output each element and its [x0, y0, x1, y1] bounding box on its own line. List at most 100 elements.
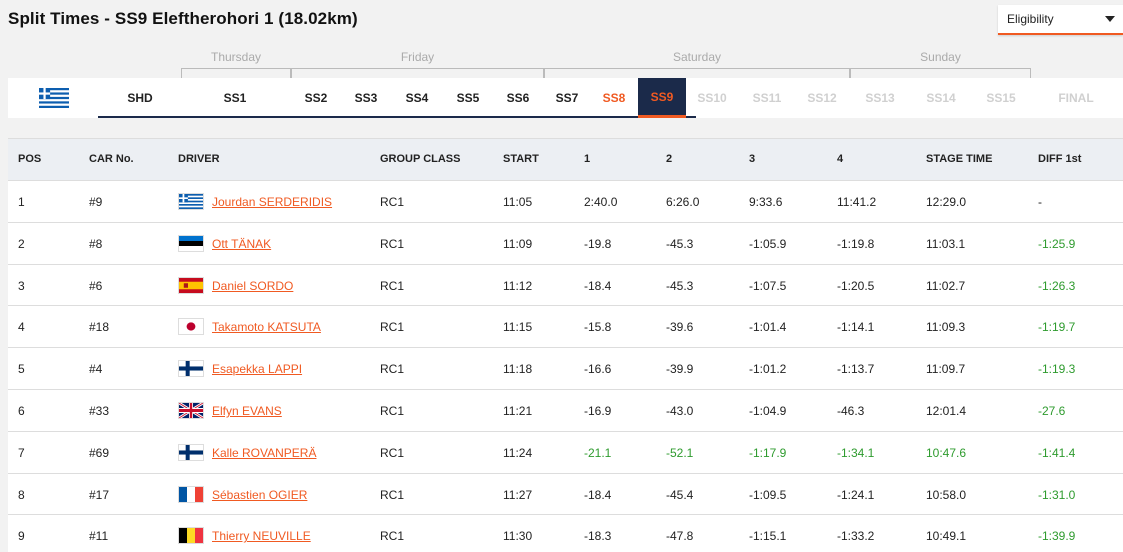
cell-split-3: -1:07.5: [749, 278, 787, 293]
cell-pos: 6: [18, 403, 25, 418]
cell-split-2: -45.3: [666, 278, 694, 293]
cell-diff-1st: -1:19.3: [1038, 362, 1076, 377]
cell-start: 11:09: [503, 236, 533, 251]
col-start: START: [503, 153, 539, 165]
day-bracket: [291, 68, 544, 78]
cell-stage-time: 11:03.1: [926, 236, 966, 251]
finland-flag-icon: [178, 443, 204, 461]
cell-split-1: -15.8: [584, 320, 612, 335]
cell-split-4: -46.3: [837, 403, 865, 418]
cell-stage-time: 12:29.0: [926, 195, 967, 209]
tab-ss12: SS12: [807, 91, 837, 105]
cell-split-1: -18.3: [584, 529, 612, 544]
cell-group-class: RC1: [380, 529, 405, 544]
belgium-flag-icon: [178, 527, 204, 545]
tab-ss2[interactable]: SS2: [296, 78, 336, 118]
driver-link[interactable]: Sébastien OGIER: [212, 488, 307, 502]
cell-car-number: #17: [89, 487, 110, 502]
tab-shd[interactable]: SHD: [120, 78, 160, 118]
tab-ss5[interactable]: SS5: [448, 78, 488, 118]
eligibility-label: Eligibility: [1007, 12, 1054, 26]
table-row: 1 #9 RC1 11:05 2:40.0 6:26.0 9:33.6 11:41.2 12:2…: [8, 181, 1123, 223]
cell-split-4: -1:13.7: [837, 362, 875, 377]
cell-car-number: #69: [89, 445, 110, 460]
driver-link[interactable]: Takamoto KATSUTA: [212, 320, 321, 334]
cell-split-2: -39.6: [666, 320, 694, 335]
driver-link[interactable]: Elfyn EVANS: [212, 404, 282, 418]
table-row: 6 #33 RC1 11:21 -16.9 -43.0 -1:04.9 -46.3 12:01.…: [8, 390, 1123, 432]
day-bracket: [544, 68, 850, 78]
cell-car-number: #11: [89, 529, 109, 544]
japan-flag-icon: [178, 318, 204, 336]
eligibility-dropdown[interactable]: Eligibility: [998, 5, 1123, 35]
cell-pos: 3: [18, 278, 25, 293]
table-row: 9 #11 RC1 11:30 -18.3 -47.8 -1:15.1 -1:33.2 10:4…: [8, 515, 1123, 552]
france-flag-icon: [178, 485, 204, 503]
tab-ss11: SS11: [752, 91, 782, 105]
driver-link[interactable]: Ott TÄNAK: [212, 237, 271, 251]
tab-ss6[interactable]: SS6: [498, 78, 538, 118]
driver-link[interactable]: Kalle ROVANPERÄ: [212, 446, 316, 460]
cell-start: 11:15: [503, 320, 533, 335]
cell-split-3: -1:04.9: [749, 403, 787, 418]
col-car: CAR No.: [89, 153, 134, 165]
tab-ss9[interactable]: SS9: [638, 78, 686, 118]
tab-ss7[interactable]: SS7: [547, 78, 587, 118]
cell-split-1: -18.4: [584, 487, 612, 502]
table-row: 4 #18 RC1 11:15 -15.8 -39.6 -1:01.4 -1:14.1 11:0…: [8, 306, 1123, 349]
cell-group-class: RC1: [380, 445, 405, 460]
col-split-2: 2: [666, 153, 673, 165]
cell-split-3: -1:17.9: [749, 445, 787, 460]
cell-split-2: -52.1: [666, 445, 694, 460]
table-row: 2 #8 RC1 11:09 -19.8 -45.3 -1:05.9 -1:19.8 11:03…: [8, 223, 1123, 265]
tab-ss4[interactable]: SS4: [397, 78, 437, 118]
cell-group-class: RC1: [380, 362, 405, 377]
tab-ss1[interactable]: SS1: [215, 78, 255, 118]
cell-start: 11:18: [503, 362, 533, 377]
spain-flag-icon: [178, 276, 204, 294]
results-table: POS CAR No. DRIVER GROUP CLASS START 1 2…: [8, 138, 1123, 552]
cell-car-number: #33: [89, 403, 110, 418]
cell-diff-1st: -1:39.9: [1038, 529, 1076, 544]
estonia-flag-icon: [178, 234, 204, 252]
cell-stage-time: 11:09.7: [926, 362, 966, 377]
cell-split-4: -1:33.2: [837, 529, 875, 544]
cell-diff-1st: -1:41.4: [1038, 445, 1076, 460]
greece-flag-icon: [178, 193, 204, 210]
page-title: Split Times - SS9 Eleftherohori 1 (18.02…: [8, 9, 358, 28]
driver-link[interactable]: Jourdan SERDERIDIS: [212, 195, 332, 209]
table-row: 3 #6 RC1 11:12 -18.4 -45.3 -1:07.5 -1:20.5 11:02…: [8, 265, 1123, 307]
cell-diff-1st: -1:25.9: [1038, 236, 1076, 251]
day-friday: Friday: [400, 50, 435, 64]
cell-split-2: -45.3: [666, 236, 694, 251]
cell-diff-1st: -1:19.7: [1038, 320, 1076, 335]
cell-pos: 2: [18, 236, 25, 251]
col-split-3: 3: [749, 153, 756, 165]
cell-car-number: #9: [89, 195, 103, 209]
day-thursday: Thursday: [210, 50, 262, 64]
stage-tabs: SHD SS1 SS2 SS3 SS4 SS5 SS6 SS7 SS8 SS9 …: [8, 78, 1123, 118]
col-driver: DRIVER: [178, 153, 220, 165]
cell-pos: 8: [18, 487, 25, 502]
tab-ss8[interactable]: SS8: [594, 78, 634, 118]
cell-split-3: -1:05.9: [749, 236, 787, 251]
cell-diff-1st: -27.6: [1038, 403, 1066, 418]
driver-link[interactable]: Thierry NEUVILLE: [212, 529, 311, 543]
cell-split-1: -16.6: [584, 362, 612, 377]
cell-split-1: 2:40.0: [584, 195, 618, 209]
cell-split-1: -21.1: [584, 445, 612, 460]
cell-car-number: #8: [89, 236, 103, 251]
driver-link[interactable]: Daniel SORDO: [212, 279, 293, 293]
cell-split-3: -1:01.2: [749, 362, 787, 377]
tab-ss3[interactable]: SS3: [346, 78, 386, 118]
uk-flag-icon: [178, 401, 204, 419]
cell-start: 11:30: [503, 529, 533, 544]
cell-group-class: RC1: [380, 236, 405, 251]
cell-split-2: 6:26.0: [666, 195, 700, 209]
col-group-class: GROUP CLASS: [380, 153, 461, 165]
cell-stage-time: 10:49.1: [926, 529, 967, 544]
cell-split-3: -1:09.5: [749, 487, 787, 502]
cell-split-4: 11:41.2: [837, 195, 877, 209]
driver-link[interactable]: Esapekka LAPPI: [212, 362, 302, 376]
cell-start: 11:24: [503, 445, 533, 460]
